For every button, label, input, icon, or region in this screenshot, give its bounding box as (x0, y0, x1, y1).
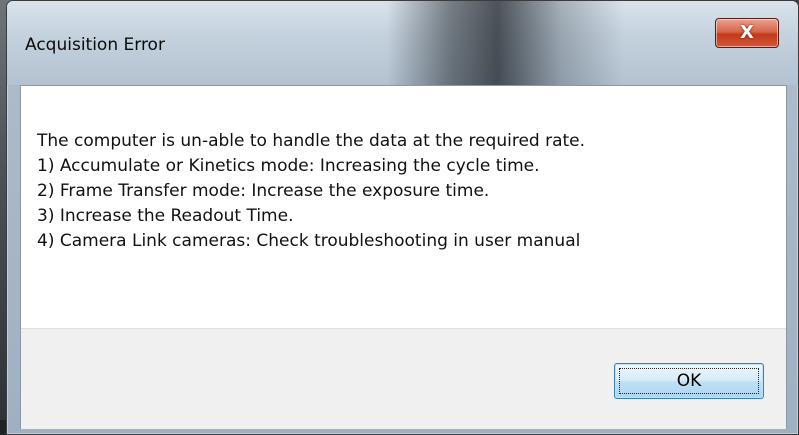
message-line: 2) Frame Transfer mode: Increase the exp… (37, 181, 490, 201)
dialog-titlebar[interactable]: Acquisition Error X (7, 1, 798, 85)
message-text: The computer is un-able to handle the da… (37, 129, 585, 254)
close-icon: X (740, 22, 754, 43)
ok-button-label: OK (676, 371, 702, 391)
message-line: 1) Accumulate or Kinetics mode: Increasi… (37, 156, 540, 176)
message-line: 3) Increase the Readout Time. (37, 206, 294, 226)
dialog-title: Acquisition Error (25, 35, 165, 55)
close-button[interactable]: X (715, 18, 779, 48)
acquisition-error-dialog: Acquisition Error X The computer is un-a… (6, 0, 799, 435)
button-bar: OK (21, 328, 786, 429)
message-line: The computer is un-able to handle the da… (37, 131, 586, 151)
message-line: 4) Camera Link cameras: Check troublesho… (37, 231, 581, 251)
message-area: The computer is un-able to handle the da… (21, 86, 786, 328)
ok-button[interactable]: OK (614, 363, 764, 399)
dialog-client-area: The computer is un-able to handle the da… (20, 85, 787, 429)
